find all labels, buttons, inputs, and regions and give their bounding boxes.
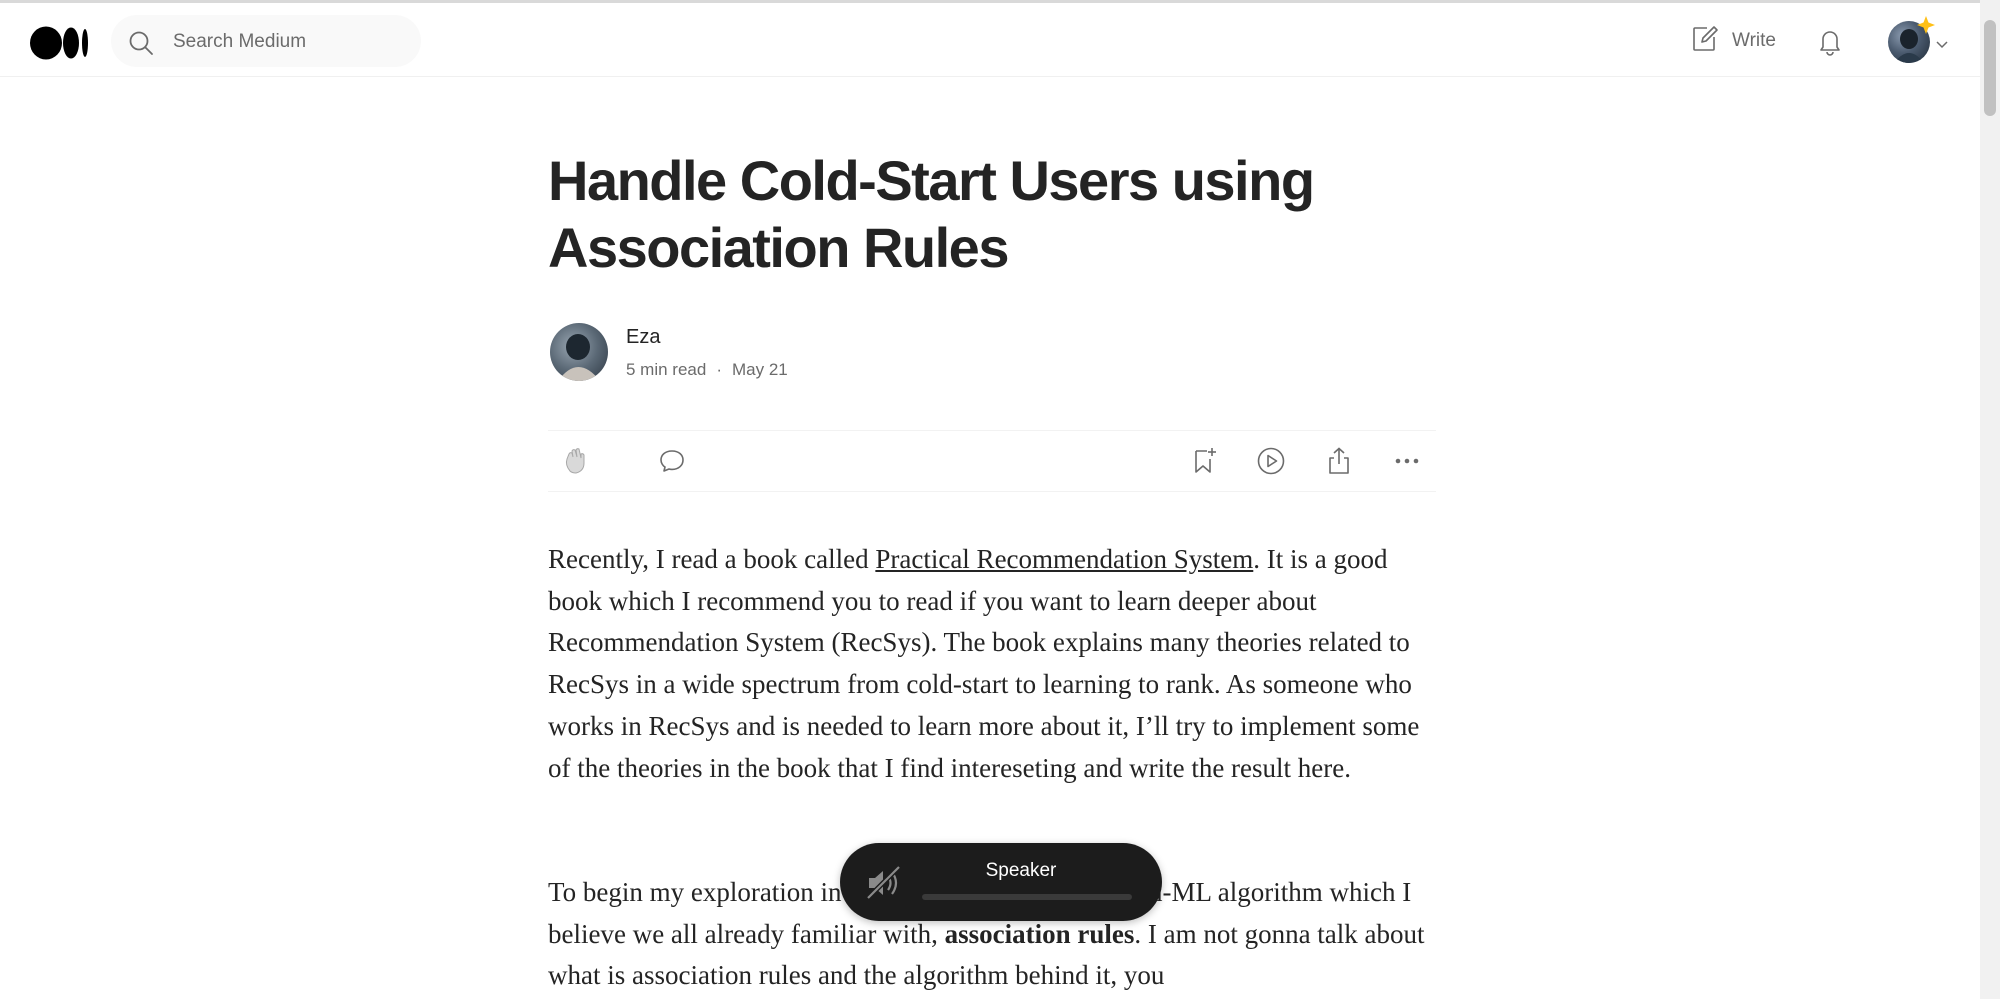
volume-slider[interactable] — [922, 894, 1132, 900]
notifications-bell-icon[interactable] — [1814, 25, 1846, 57]
chevron-down-icon — [1936, 37, 1948, 55]
clap-icon[interactable] — [560, 445, 592, 477]
search-icon — [127, 29, 155, 57]
user-menu[interactable] — [1886, 15, 1950, 63]
write-label: Write — [1732, 30, 1776, 51]
write-icon — [1690, 24, 1720, 59]
speaker-volume-popup: Speaker — [840, 843, 1162, 921]
article-action-bar — [548, 430, 1436, 492]
search-bar[interactable] — [111, 15, 421, 67]
paragraph-text: Recently, I read a book called — [548, 544, 876, 574]
top-navbar: Write — [0, 3, 1980, 77]
bookmark-add-icon[interactable] — [1188, 445, 1220, 477]
author-name[interactable]: Eza — [626, 326, 660, 349]
publish-date: May 21 — [732, 360, 788, 379]
medium-logo[interactable] — [30, 26, 90, 60]
search-input[interactable] — [171, 27, 405, 57]
play-circle-icon[interactable] — [1255, 445, 1287, 477]
paragraph-text: . It is a good book which I recommend yo… — [548, 544, 1420, 783]
speaker-label: Speaker — [985, 860, 1057, 881]
book-link[interactable]: Practical Recommendation System — [875, 544, 1253, 574]
author-avatar[interactable] — [550, 323, 608, 381]
paragraph-1: Recently, I read a book called Practical… — [548, 539, 1436, 789]
article-title: Handle Cold-Start Users using Associatio… — [548, 149, 1315, 279]
page-scrollbar[interactable] — [1980, 0, 2000, 999]
more-horizontal-icon[interactable] — [1391, 445, 1423, 477]
read-time: 5 min read — [626, 360, 707, 379]
scrollbar-thumb[interactable] — [1984, 20, 1996, 116]
share-icon[interactable] — [1323, 445, 1355, 477]
write-button[interactable]: Write — [1690, 23, 1776, 59]
membership-star-icon — [1916, 15, 1936, 40]
article-meta: 5 min read · May 21 — [626, 360, 788, 380]
bold-term: association rules — [944, 918, 1135, 949]
comment-icon[interactable] — [656, 445, 688, 477]
meta-separator: · — [716, 360, 722, 379]
